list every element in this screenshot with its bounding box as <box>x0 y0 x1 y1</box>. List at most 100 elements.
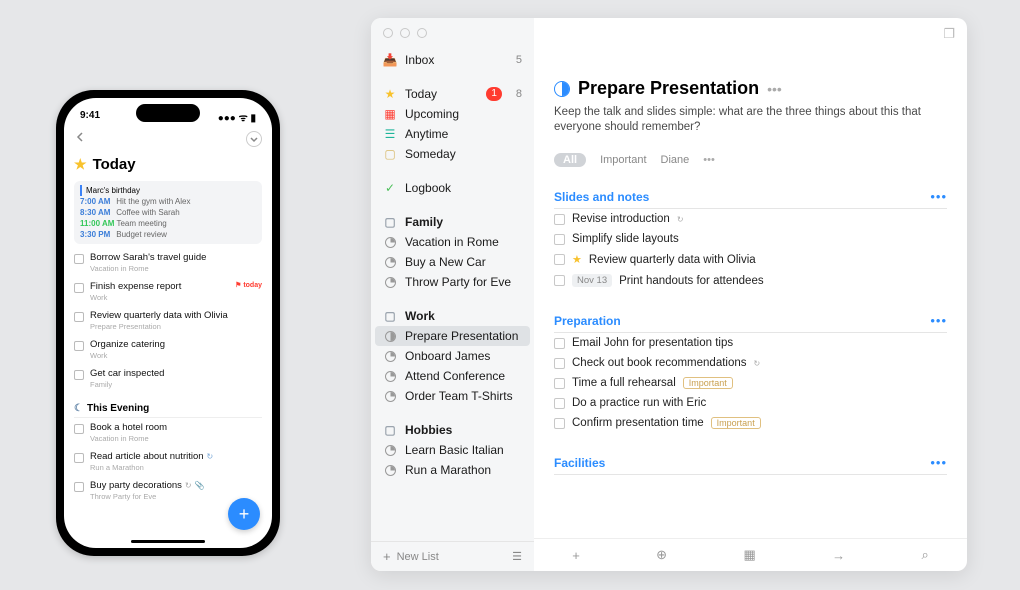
checkbox[interactable] <box>74 254 84 264</box>
task-item[interactable]: Book a hotel roomVacation in Rome <box>64 418 272 447</box>
sidebar-anytime[interactable]: ☰Anytime <box>371 124 534 144</box>
section-more-icon[interactable]: ••• <box>930 189 947 204</box>
checkbox[interactable] <box>554 358 565 369</box>
window-controls[interactable] <box>371 18 439 44</box>
phone-nav <box>64 126 272 150</box>
todo-item[interactable]: Email John for presentation tips <box>554 333 947 353</box>
checkbox[interactable] <box>554 275 565 286</box>
project-title: Prepare Presentation ••• <box>554 78 947 99</box>
section-header[interactable]: Preparation••• <box>554 313 947 333</box>
sidebar-area[interactable]: ▢Hobbies <box>371 420 534 440</box>
checkbox[interactable] <box>554 398 565 409</box>
section-more-icon[interactable]: ••• <box>930 313 947 328</box>
new-list-button[interactable]: +New List ☰ <box>371 541 534 571</box>
sidebar: 📥Inbox5 ★Today18 ▦Upcoming ☰Anytime ▢Som… <box>371 18 534 571</box>
sidebar-inbox[interactable]: 📥Inbox5 <box>371 50 534 70</box>
checkbox[interactable] <box>74 424 84 434</box>
calendar-event[interactable]: 11:00 AM Team meeting <box>80 218 256 229</box>
task-item[interactable]: Finish expense reportWork⚑ today <box>64 277 272 306</box>
bottom-toolbar: + ⊕ ▦ → ⌕ <box>534 538 967 571</box>
task-item[interactable]: Read article about nutrition ↻Run a Mara… <box>64 447 272 476</box>
new-todo-icon[interactable]: + <box>572 548 580 563</box>
todo-text: Print handouts for attendees <box>619 275 764 287</box>
checkbox[interactable] <box>554 378 565 389</box>
sidebar-project[interactable]: Order Team T-Shirts <box>371 386 534 406</box>
tag-all[interactable]: All <box>554 153 586 167</box>
sidebar-project[interactable]: Throw Party for Eve <box>371 272 534 292</box>
todo-item[interactable]: Simplify slide layouts <box>554 229 947 249</box>
todo-item[interactable]: Nov 13Print handouts for attendees <box>554 270 947 291</box>
checkbox[interactable] <box>554 338 565 349</box>
status-time: 9:41 <box>80 110 100 124</box>
task-item[interactable]: Review quarterly data with OliviaPrepare… <box>64 306 272 335</box>
sidebar-project[interactable]: Learn Basic Italian <box>371 440 534 460</box>
section-more-icon[interactable]: ••• <box>930 455 947 470</box>
checkbox[interactable] <box>554 254 565 265</box>
checkbox[interactable] <box>74 370 84 380</box>
desktop-window: 📥Inbox5 ★Today18 ▦Upcoming ☰Anytime ▢Som… <box>371 18 967 571</box>
tag-diane[interactable]: Diane <box>661 154 690 166</box>
today-badge: 1 <box>486 87 502 101</box>
settings-icon[interactable]: ☰ <box>512 550 522 563</box>
sidebar-project[interactable]: Prepare Presentation <box>375 326 530 346</box>
close-icon[interactable] <box>383 28 393 38</box>
more-icon[interactable]: ••• <box>767 81 782 97</box>
section-header[interactable]: Facilities••• <box>554 455 947 475</box>
checkbox[interactable] <box>74 453 84 463</box>
more-tags-icon[interactable]: ••• <box>703 154 715 166</box>
task-item[interactable]: Organize cateringWork <box>64 335 272 364</box>
star-icon: ★ <box>572 253 582 266</box>
sidebar-project[interactable]: Vacation in Rome <box>371 232 534 252</box>
tag-important[interactable]: Important <box>600 154 646 166</box>
checkbox[interactable] <box>74 283 84 293</box>
todo-item[interactable]: Revise introduction ↻ <box>554 209 947 229</box>
sidebar-area[interactable]: ▢Work <box>371 306 534 326</box>
project-icon <box>383 443 397 457</box>
todo-item[interactable]: Time a full rehearsal Important <box>554 373 947 393</box>
section: Slides and notes•••Revise introduction ↻… <box>554 189 947 291</box>
todo-item[interactable]: Confirm presentation time Important <box>554 413 947 433</box>
checkbox[interactable] <box>554 234 565 245</box>
calendar-event[interactable]: 8:30 AM Coffee with Sarah <box>80 207 256 218</box>
calendar-card[interactable]: Marc's birthday 7:00 AM Hit the gym with… <box>74 181 262 244</box>
checkbox[interactable] <box>74 482 84 492</box>
minimize-icon[interactable] <box>400 28 410 38</box>
sidebar-project[interactable]: Attend Conference <box>371 366 534 386</box>
sidebar-project[interactable]: Run a Marathon <box>371 460 534 480</box>
todo-item[interactable]: Do a practice run with Eric <box>554 393 947 413</box>
sidebar-project[interactable]: Onboard James <box>371 346 534 366</box>
todo-item[interactable]: Check out book recommendations ↻ <box>554 353 947 373</box>
section-header[interactable]: Slides and notes••• <box>554 189 947 209</box>
search-icon[interactable]: ⌕ <box>921 547 928 563</box>
sidebar-someday[interactable]: ▢Someday <box>371 144 534 164</box>
sidebar-logbook[interactable]: ✓Logbook <box>371 178 534 198</box>
sidebar-area[interactable]: ▢Family <box>371 212 534 232</box>
checkbox[interactable] <box>74 341 84 351</box>
logbook-icon: ✓ <box>383 181 397 195</box>
add-button[interactable]: + <box>228 498 260 530</box>
dropdown-icon[interactable] <box>246 131 262 147</box>
new-heading-icon[interactable]: ⊕ <box>656 547 667 563</box>
todo-text: Simplify slide layouts <box>572 233 679 245</box>
calendar-event[interactable]: 3:30 PM Budget review <box>80 229 256 240</box>
task-item[interactable]: Borrow Sarah's travel guideVacation in R… <box>64 248 272 277</box>
sidebar-today[interactable]: ★Today18 <box>371 84 534 104</box>
task-item[interactable]: Get car inspectedFamily <box>64 364 272 393</box>
back-icon[interactable] <box>74 130 86 148</box>
star-icon: ★ <box>383 87 397 101</box>
zoom-icon[interactable] <box>417 28 427 38</box>
move-icon[interactable]: → <box>832 548 845 563</box>
todo-item[interactable]: ★ Review quarterly data with Olivia <box>554 249 947 270</box>
checkbox[interactable] <box>554 418 565 429</box>
todo-text: Do a practice run with Eric <box>572 397 706 409</box>
checkbox[interactable] <box>554 214 565 225</box>
sidebar-upcoming[interactable]: ▦Upcoming <box>371 104 534 124</box>
sidebar-project[interactable]: Buy a New Car <box>371 252 534 272</box>
windows-icon[interactable]: ❐ <box>943 26 955 42</box>
todo-text: Time a full rehearsal <box>572 377 676 389</box>
calendar-event[interactable]: 7:00 AM Hit the gym with Alex <box>80 196 256 207</box>
section: Preparation•••Email John for presentatio… <box>554 313 947 433</box>
checkbox[interactable] <box>74 312 84 322</box>
todo-text: Review quarterly data with Olivia <box>589 254 756 266</box>
calendar-icon[interactable]: ▦ <box>743 547 755 563</box>
